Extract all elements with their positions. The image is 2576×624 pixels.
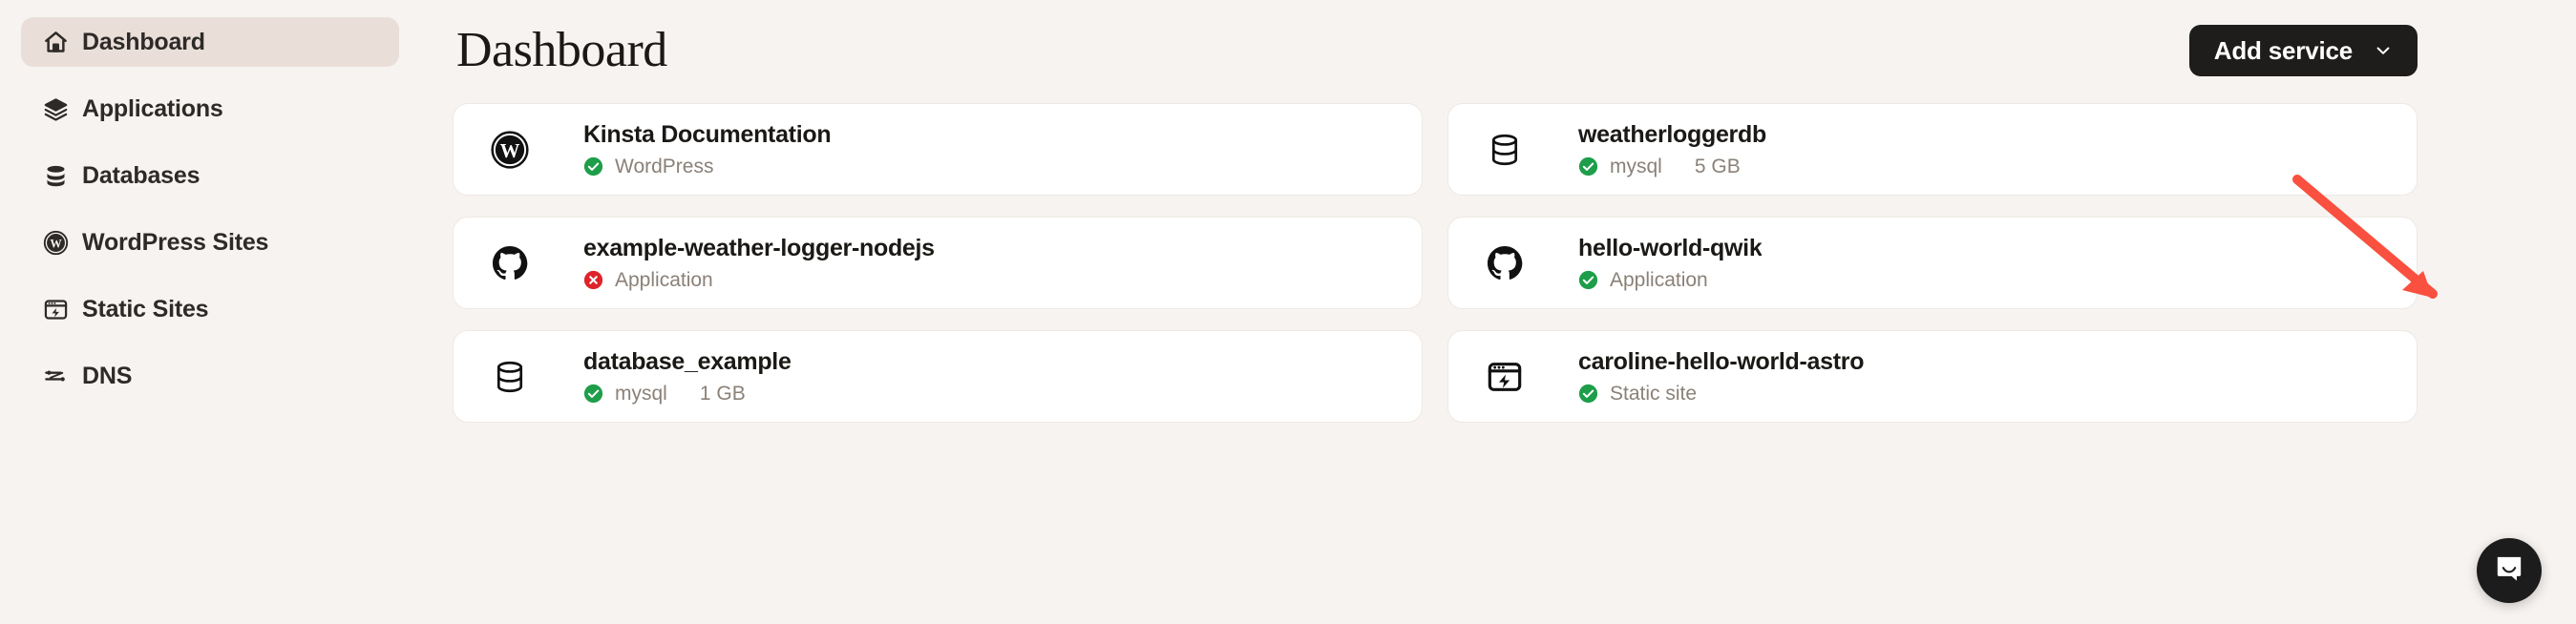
chat-launcher-button[interactable] <box>2477 538 2542 603</box>
wordpress-icon: W <box>490 130 530 170</box>
service-size: 1 GB <box>699 382 746 405</box>
service-card-grid: W Kinsta Documentation WordPress weather… <box>453 103 2418 423</box>
service-meta: Application <box>1578 269 1762 292</box>
service-card-body: database_example mysql 1 GB <box>583 348 792 406</box>
service-card[interactable]: hello-world-qwik Application <box>1447 217 2418 309</box>
service-card[interactable]: database_example mysql 1 GB <box>453 330 1423 423</box>
check-circle-icon <box>583 156 603 177</box>
main-content: Dashboard Add service W Kinsta Documenta… <box>420 0 2576 624</box>
service-type: mysql <box>615 382 667 405</box>
service-card[interactable]: weatherloggerdb mysql 5 GB <box>1447 103 2418 196</box>
service-card[interactable]: caroline-hello-world-astro Static site <box>1447 330 2418 423</box>
sidebar: Dashboard Applications Databases W WordP… <box>0 0 420 624</box>
dashboard-page: Dashboard Applications Databases W WordP… <box>0 0 2576 624</box>
service-meta: WordPress <box>583 156 831 178</box>
page-title: Dashboard <box>456 23 667 77</box>
sidebar-item-label: DNS <box>82 362 133 389</box>
service-card-body: weatherloggerdb mysql 5 GB <box>1578 121 1766 178</box>
sidebar-item-label: Databases <box>82 161 201 189</box>
service-meta: mysql 5 GB <box>1578 156 1766 178</box>
add-service-button[interactable]: Add service <box>2188 25 2418 76</box>
service-type: Application <box>1610 268 1708 291</box>
sidebar-item-static-sites[interactable]: Static Sites <box>21 284 399 334</box>
database-icon <box>490 357 530 397</box>
sidebar-item-databases[interactable]: Databases <box>21 151 399 200</box>
service-meta: Application <box>583 269 935 292</box>
service-name: hello-world-qwik <box>1578 234 1763 261</box>
static-site-icon <box>1485 357 1525 397</box>
static-site-icon <box>42 296 69 322</box>
check-circle-icon <box>1578 384 1598 404</box>
sidebar-item-wordpress-sites[interactable]: W WordPress Sites <box>21 218 399 267</box>
service-type: WordPress <box>615 155 714 177</box>
sidebar-item-label: Static Sites <box>82 295 209 322</box>
service-size: 5 GB <box>1694 155 1741 177</box>
wordpress-icon: W <box>42 229 69 256</box>
dns-icon <box>42 363 69 389</box>
database-icon <box>42 162 69 189</box>
service-card[interactable]: W Kinsta Documentation WordPress <box>453 103 1423 196</box>
sidebar-item-label: Applications <box>82 94 223 122</box>
service-card-body: hello-world-qwik Application <box>1578 235 1762 292</box>
service-meta: Static site <box>1578 383 1864 406</box>
service-meta: mysql 1 GB <box>583 383 792 406</box>
github-icon <box>1485 243 1525 283</box>
chat-bubble-icon <box>2493 552 2525 590</box>
service-name: database_example <box>583 347 792 375</box>
service-card-body: caroline-hello-world-astro Static site <box>1578 348 1864 406</box>
service-type: Static site <box>1610 382 1698 405</box>
service-name: Kinsta Documentation <box>583 120 832 148</box>
check-circle-icon <box>583 384 603 404</box>
service-card[interactable]: example-weather-logger-nodejs Applicatio… <box>453 217 1423 309</box>
home-icon <box>42 29 69 55</box>
sidebar-item-dns[interactable]: DNS <box>21 351 399 401</box>
service-name: caroline-hello-world-astro <box>1578 347 1865 375</box>
service-name: weatherloggerdb <box>1578 120 1766 148</box>
service-type: mysql <box>1610 155 1662 177</box>
add-service-label: Add service <box>2213 35 2353 65</box>
svg-text:W: W <box>500 139 520 162</box>
sidebar-item-label: WordPress Sites <box>82 228 269 256</box>
service-name: example-weather-logger-nodejs <box>583 234 935 261</box>
sidebar-item-applications[interactable]: Applications <box>21 84 399 134</box>
page-header: Dashboard Add service <box>453 0 2418 103</box>
database-icon <box>1485 130 1525 170</box>
check-circle-icon <box>1578 270 1598 290</box>
github-icon <box>490 243 530 283</box>
x-circle-icon <box>583 270 603 290</box>
layers-icon <box>42 95 69 122</box>
service-card-body: example-weather-logger-nodejs Applicatio… <box>583 235 935 292</box>
sidebar-item-label: Dashboard <box>82 28 205 55</box>
svg-text:W: W <box>50 237 62 250</box>
sidebar-item-dashboard[interactable]: Dashboard <box>21 17 399 67</box>
chevron-down-icon <box>2374 41 2393 60</box>
service-card-body: Kinsta Documentation WordPress <box>583 121 831 178</box>
check-circle-icon <box>1578 156 1598 177</box>
service-type: Application <box>615 268 713 291</box>
